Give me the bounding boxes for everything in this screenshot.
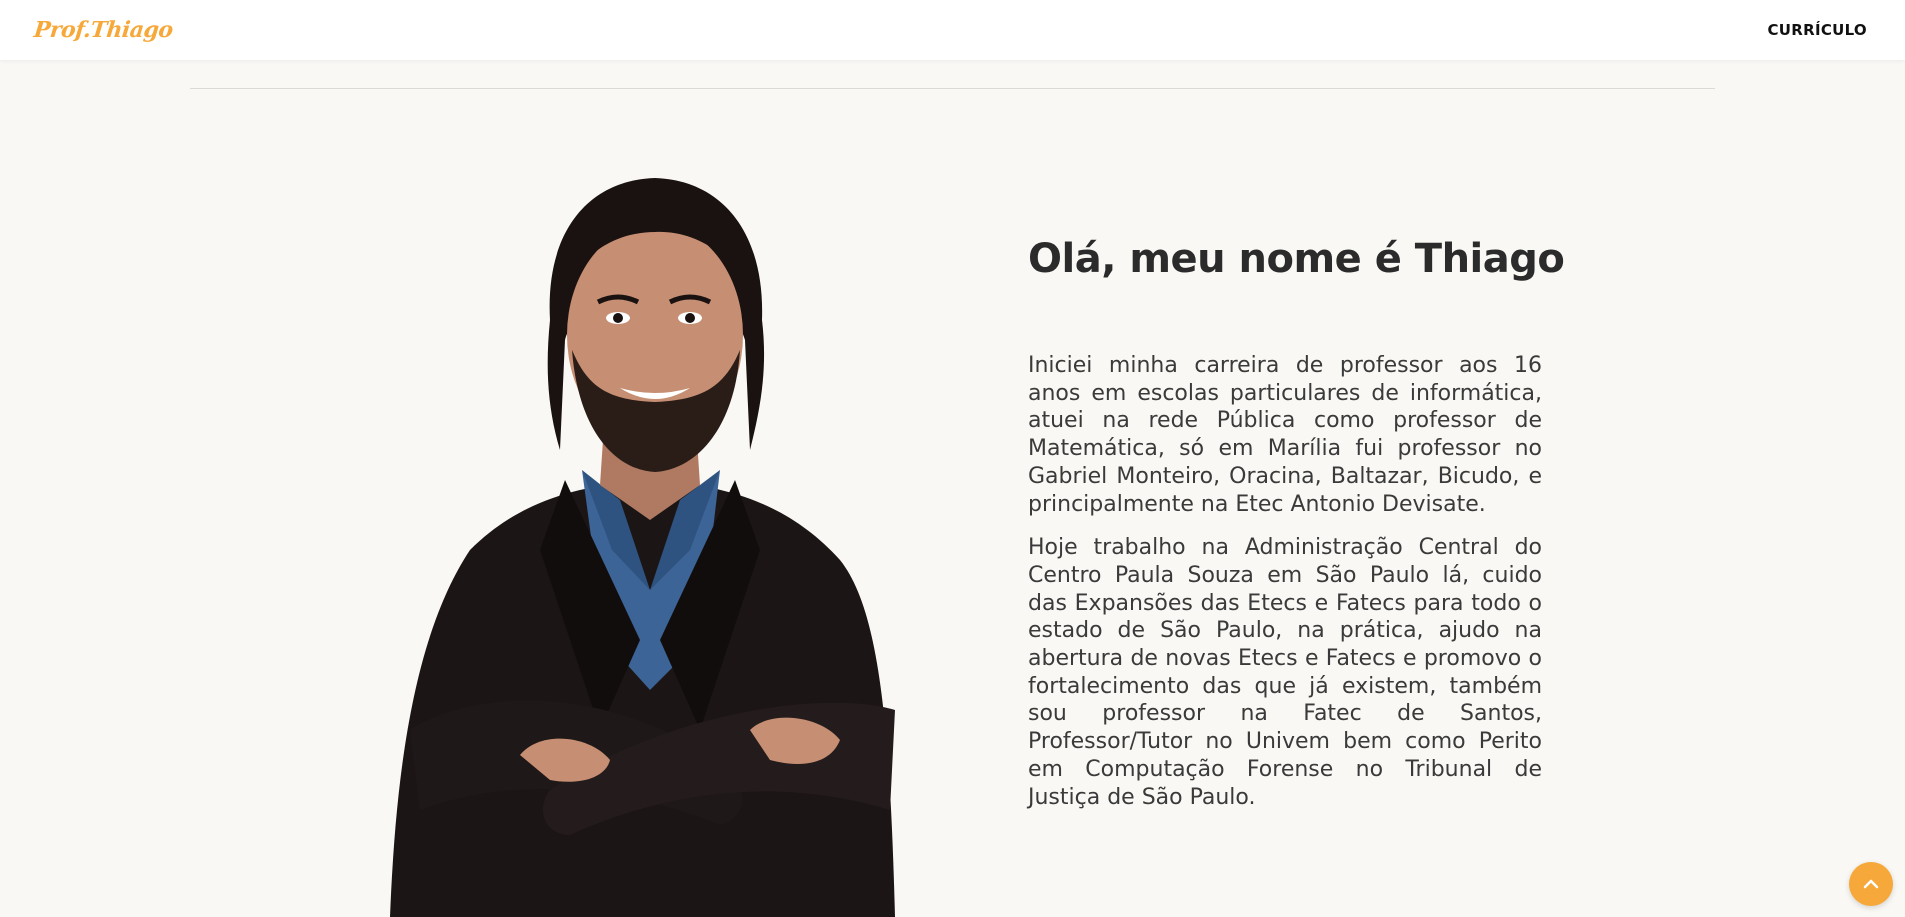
profile-photo xyxy=(390,178,895,917)
nav-link-curriculo[interactable]: CURRÍCULO xyxy=(1767,21,1867,39)
about-paragraph: Hoje trabalho na Administração Central d… xyxy=(1028,535,1542,810)
about-paragraph: Iniciei minha carreira de professor aos … xyxy=(1028,353,1542,517)
chevron-up-icon xyxy=(1863,879,1879,889)
scroll-to-top-button[interactable] xyxy=(1849,862,1893,906)
top-navbar: Prof.Thiago CURRÍCULO xyxy=(0,0,1905,60)
section-divider xyxy=(190,88,1715,89)
about-heading: Olá, meu nome é Thiago xyxy=(1028,236,1565,282)
about-section: Olá, meu nome é Thiago Iniciei minha car… xyxy=(1028,236,1565,827)
site-logo[interactable]: Prof.Thiago xyxy=(33,17,174,43)
